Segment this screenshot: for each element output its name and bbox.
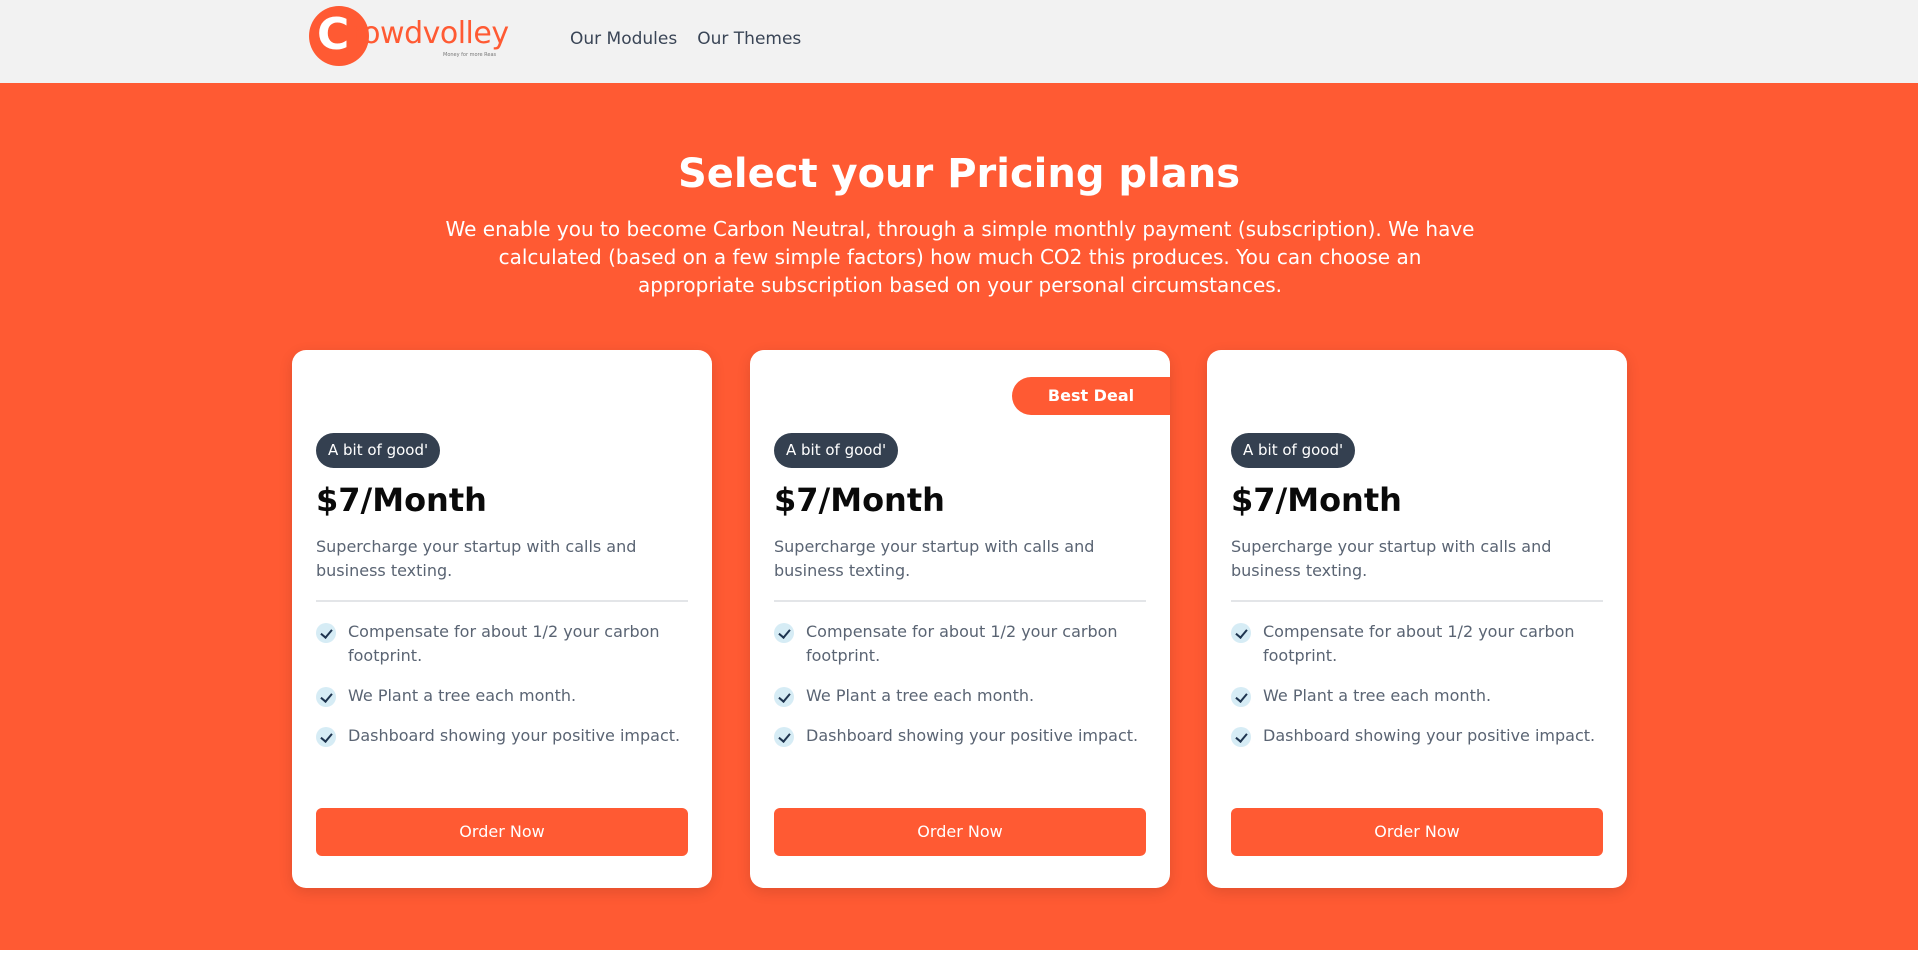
nav-link-our-modules[interactable]: Our Modules [570, 27, 677, 51]
plan-price: $7/Month [316, 481, 487, 519]
feature-item: Compensate for about 1/2 your carbon foo… [774, 620, 1154, 668]
feature-text: Compensate for about 1/2 your carbon foo… [806, 622, 1118, 665]
main-nav: Our Modules Our Themes [570, 27, 801, 51]
feature-item: Compensate for about 1/2 your carbon foo… [1231, 620, 1611, 668]
check-icon [316, 687, 336, 707]
plan-badge: A bit of good' [1231, 433, 1356, 468]
feature-item: We Plant a tree each month. [316, 684, 696, 708]
divider [1231, 600, 1603, 602]
pricing-section: Select your Pricing plans We enable you … [0, 83, 1918, 950]
pricing-card: A bit of good' $7/Month Supercharge your… [292, 350, 712, 888]
feature-item: Dashboard showing your positive impact. [316, 724, 696, 748]
feature-text: Dashboard showing your positive impact. [806, 726, 1139, 745]
plan-description: Supercharge your startup with calls and … [316, 537, 637, 580]
feature-text: Dashboard showing your positive impact. [348, 726, 681, 745]
feature-text: We Plant a tree each month. [348, 686, 577, 705]
pricing-card: A bit of good' $7/Month Supercharge your… [1207, 350, 1627, 888]
plan-badge: A bit of good' [774, 433, 899, 468]
check-icon [774, 623, 794, 643]
check-icon [316, 727, 336, 747]
page-title: Select your Pricing plans [677, 151, 1241, 197]
feature-list: Compensate for about 1/2 your carbon foo… [316, 620, 696, 764]
logo-tagline: Money for more Reas [443, 52, 497, 58]
logo-wordmark: rowdvolley [351, 18, 509, 50]
feature-item: We Plant a tree each month. [774, 684, 1154, 708]
pricing-card: Best Deal A bit of good' $7/Month Superc… [750, 350, 1170, 888]
check-icon [1231, 623, 1251, 643]
feature-text: Compensate for about 1/2 your carbon foo… [348, 622, 660, 665]
divider [316, 600, 688, 602]
order-now-button[interactable]: Order Now [1231, 808, 1603, 856]
divider [774, 600, 1146, 602]
feature-item: We Plant a tree each month. [1231, 684, 1611, 708]
check-icon [1231, 687, 1251, 707]
feature-item: Compensate for about 1/2 your carbon foo… [316, 620, 696, 668]
feature-text: We Plant a tree each month. [806, 686, 1035, 705]
check-icon [774, 727, 794, 747]
crowdvolley-logo[interactable]: C rowdvolley Money for more Reas [309, 6, 514, 66]
logo-initial: C [317, 9, 350, 60]
feature-text: We Plant a tree each month. [1263, 686, 1492, 705]
check-icon [316, 623, 336, 643]
plan-badge: A bit of good' [316, 433, 441, 468]
logo-volley-text: volley [422, 16, 510, 51]
check-icon [1231, 727, 1251, 747]
order-now-button[interactable]: Order Now [774, 808, 1146, 856]
plan-price: $7/Month [1231, 481, 1402, 519]
feature-text: Dashboard showing your positive impact. [1263, 726, 1596, 745]
site-header: C rowdvolley Money for more Reas Our Mod… [0, 0, 1918, 83]
feature-list: Compensate for about 1/2 your carbon foo… [1231, 620, 1611, 764]
page-subtitle: We enable you to become Carbon Neutral, … [445, 217, 1475, 297]
check-icon [774, 687, 794, 707]
feature-item: Dashboard showing your positive impact. [774, 724, 1154, 748]
feature-list: Compensate for about 1/2 your carbon foo… [774, 620, 1154, 764]
plan-price: $7/Month [774, 481, 945, 519]
plan-description: Supercharge your startup with calls and … [1231, 537, 1552, 580]
feature-item: Dashboard showing your positive impact. [1231, 724, 1611, 748]
best-deal-ribbon: Best Deal [1012, 377, 1170, 415]
nav-link-our-themes[interactable]: Our Themes [697, 27, 801, 51]
order-now-button[interactable]: Order Now [316, 808, 688, 856]
logo-crowd-text: rowd [351, 16, 423, 51]
plan-description: Supercharge your startup with calls and … [774, 537, 1095, 580]
feature-text: Compensate for about 1/2 your carbon foo… [1263, 622, 1575, 665]
